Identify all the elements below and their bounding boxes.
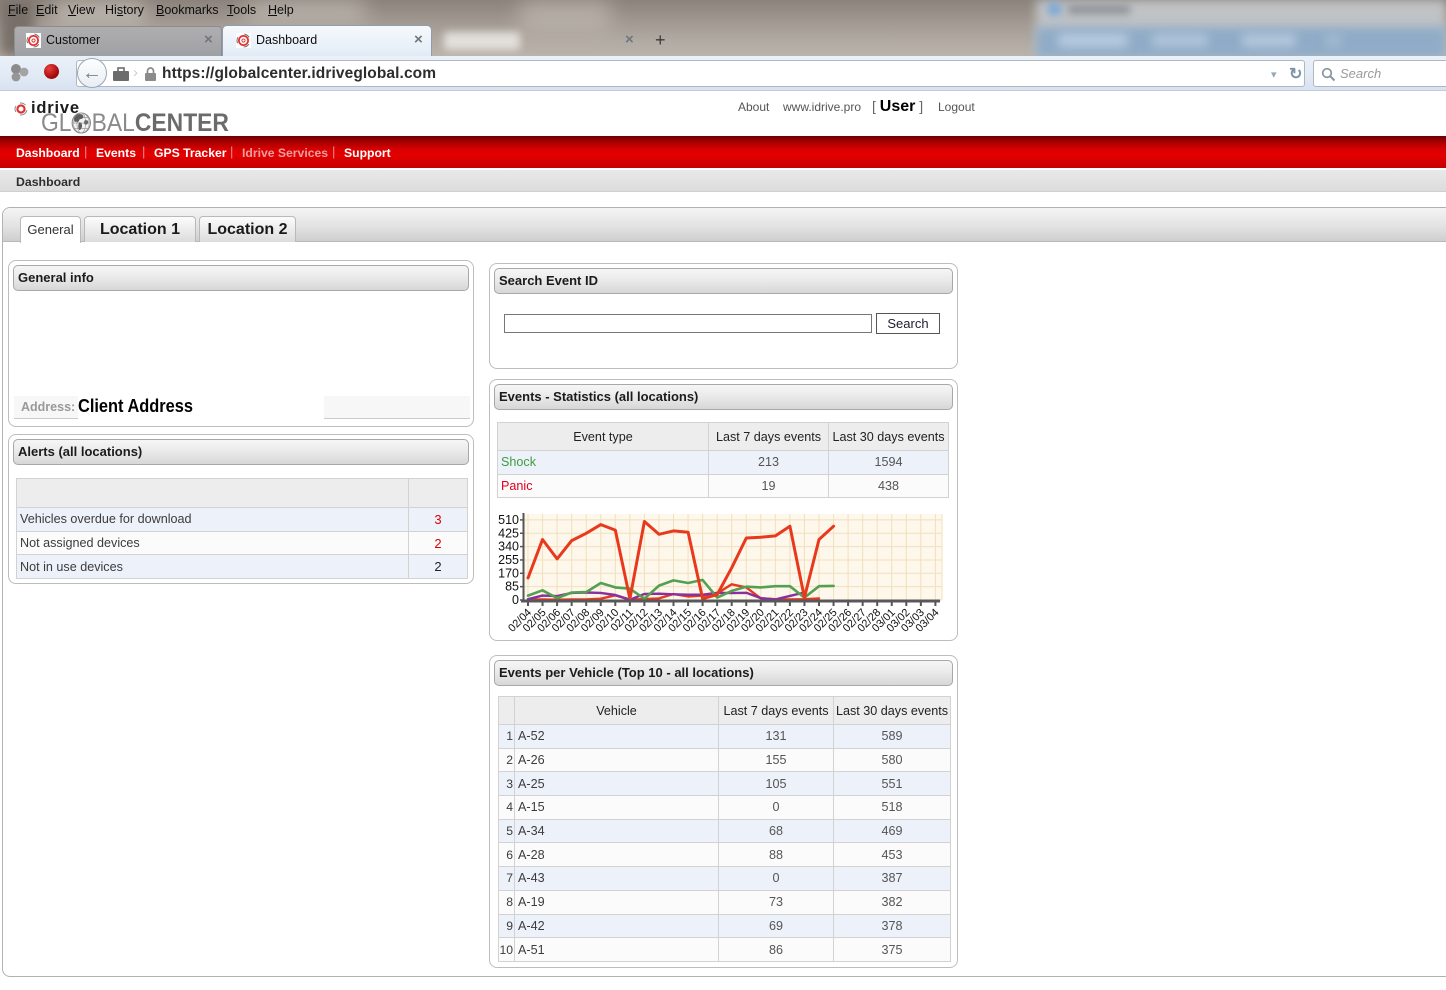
svg-text:425: 425 <box>498 526 519 540</box>
svg-text:0: 0 <box>512 593 519 607</box>
svg-text:255: 255 <box>498 553 519 567</box>
svg-text:510: 510 <box>498 513 519 527</box>
svg-text:85: 85 <box>505 580 519 594</box>
svg-text:170: 170 <box>498 566 519 580</box>
svg-text:340: 340 <box>498 540 519 554</box>
